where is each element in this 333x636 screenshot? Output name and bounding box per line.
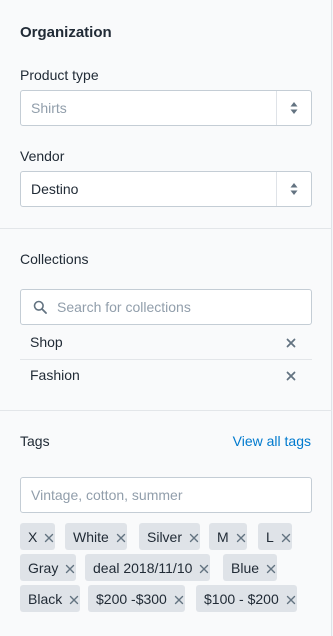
close-icon[interactable] [173,593,185,605]
up-down-arrows-icon[interactable] [277,91,311,125]
tag: $200 -$300 [88,585,185,612]
tags-input[interactable]: Vintage, cotton, summer [20,477,312,513]
close-icon[interactable] [284,336,298,350]
tag: White [65,523,127,550]
product-type-placeholder: Shirts [31,100,67,116]
vendor-value: Destino [31,181,79,197]
product-type-label: Product type [20,67,99,83]
vendor-label: Vendor [20,148,65,164]
close-icon[interactable] [198,562,210,574]
collections-search-input[interactable]: Search for collections [20,289,312,325]
tag-label: X [28,528,38,545]
collection-name: Shop [30,334,63,350]
organization-heading: Organization [20,24,112,41]
tag: Blue [223,554,278,581]
tag: Silver [139,523,201,550]
search-icon [33,300,47,314]
collection-item: Fashion [20,360,312,393]
tag-label: Black [28,590,63,607]
close-icon[interactable] [280,531,292,543]
tags-section: Tags View all tags Vintage, cotton, summ… [0,410,332,636]
close-icon[interactable] [188,531,200,543]
close-icon[interactable] [115,531,127,543]
product-type-select[interactable]: Shirts [20,90,312,126]
close-icon[interactable] [284,369,298,383]
tag: Gray [20,554,77,581]
tag: deal 2018/11/10 [85,554,211,581]
tag-label: Silver [147,528,183,545]
tag-label: L [266,528,274,545]
collections-section: Collections Search for collections Shop … [0,228,332,410]
organization-section: Organization Product type Shirts Vendor … [0,0,332,228]
vendor-select[interactable]: Destino [20,171,312,207]
close-icon[interactable] [235,531,247,543]
collections-heading: Collections [20,251,89,267]
tag-label: Gray [28,559,59,576]
up-down-arrows-icon[interactable] [277,172,311,206]
tags-input-placeholder: Vintage, cotton, summer [31,487,183,503]
tag: Black [20,585,81,612]
close-icon[interactable] [68,593,80,605]
view-all-tags-link[interactable]: View all tags [233,433,311,449]
tag: X [20,523,56,550]
close-icon[interactable] [43,531,55,543]
tag: M [209,523,247,550]
close-icon[interactable] [285,593,297,605]
tag-label: White [73,528,109,545]
tag-label: M [217,528,229,545]
collections-search-placeholder: Search for collections [57,299,191,315]
tag-label: Blue [231,559,260,576]
tag-label: $100 - $200 [204,590,279,607]
close-icon[interactable] [64,562,76,574]
tag: L [258,523,292,550]
collection-name: Fashion [30,367,80,383]
close-icon[interactable] [265,562,277,574]
tags-heading: Tags [20,433,50,449]
tag-label: deal 2018/11/10 [93,559,193,576]
collection-item: Shop [20,327,312,360]
tag-label: $200 -$300 [96,590,167,607]
tag: $100 - $200 [196,585,297,612]
organization-card: Organization Product type Shirts Vendor … [0,0,332,636]
